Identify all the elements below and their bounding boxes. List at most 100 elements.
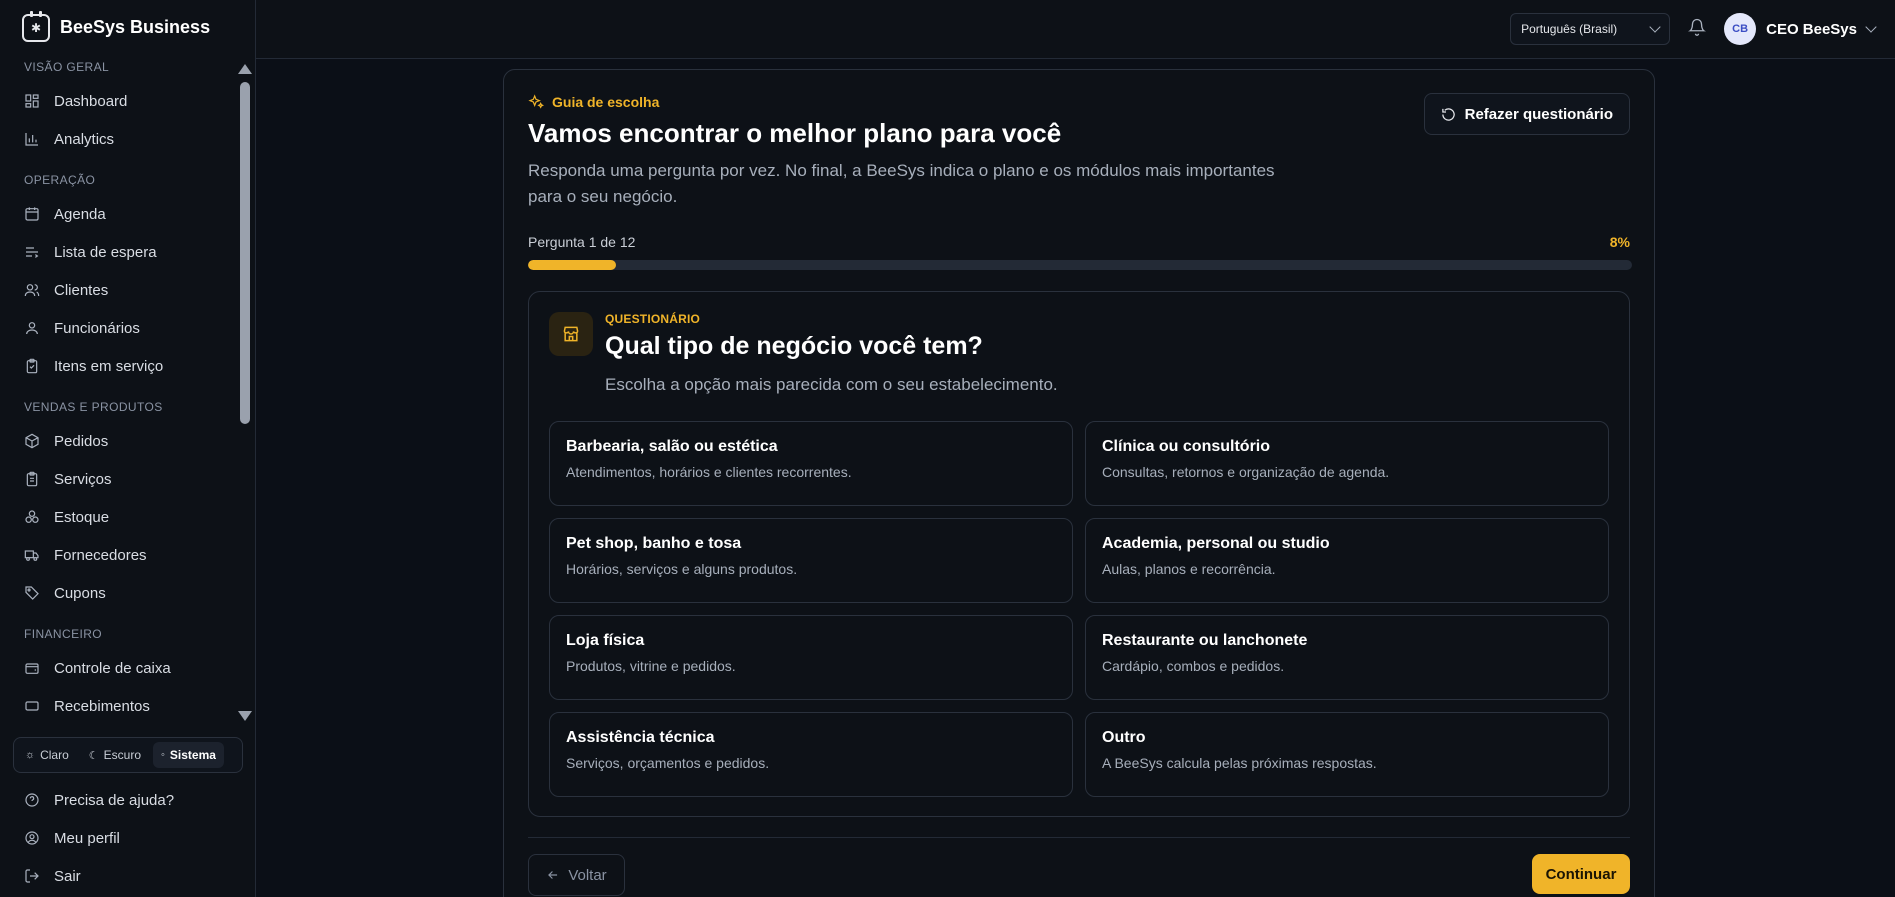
sidebar-item-lista-de-espera[interactable]: Lista de espera [0, 233, 236, 271]
option-title: Barbearia, salão ou estética [566, 438, 778, 455]
redo-label: Refazer questionário [1464, 105, 1613, 123]
sidebar-item-recebimentos[interactable]: Recebimentos [0, 687, 236, 725]
back-button[interactable]: Voltar [528, 854, 625, 896]
sidebar-item-label: Meu perfil [54, 829, 120, 847]
option-title: Outro [1102, 729, 1146, 746]
option-title: Pet shop, banho e tosa [566, 535, 742, 552]
answer-options: Barbearia, salão ou estética Atendimentos… [549, 421, 1609, 797]
calendar-icon [25, 207, 39, 221]
redo-questionnaire-button[interactable]: Refazer questionário [1423, 93, 1630, 135]
theme-option-sistema[interactable]: ◦ Sistema [153, 742, 224, 768]
theme-option-escuro[interactable]: ☾ Escuro [81, 742, 149, 768]
language-select[interactable]: Português (Brasil) [1510, 13, 1671, 45]
question-title: Qual tipo de negócio você tem? [605, 332, 983, 360]
option-description: Cardápio, combos e pedidos. [1102, 658, 1285, 674]
user-icon [26, 322, 38, 335]
option-description: Aulas, planos e recorrência. [1102, 561, 1276, 577]
truck-icon [24, 550, 39, 561]
brand[interactable]: ✱ BeeSys Business [0, 0, 255, 55]
sidebar-item-cupons[interactable]: Cupons [0, 574, 236, 612]
boxes-icon [25, 510, 39, 523]
option-academia[interactable]: Academia, personal ou studio Aulas, plano… [1085, 518, 1609, 603]
system-icon: ◦ [161, 749, 165, 761]
sidebar-item-label: Recebimentos [54, 697, 150, 715]
sidebar-item-analytics[interactable]: Analytics [0, 120, 236, 158]
sidebar-item-sair[interactable]: Sair [0, 857, 256, 895]
option-title: Assistência técnica [566, 729, 715, 746]
moon-icon: ☾ [88, 749, 99, 762]
sidebar: ✱ BeeSys Business VISÃO GERAL Dashboard … [0, 0, 256, 897]
question-description: Escolha a opção mais parecida com o seu … [605, 375, 1058, 394]
scroll-thumb[interactable] [240, 82, 250, 424]
rotate-ccw-icon [1441, 107, 1455, 121]
option-restaurante[interactable]: Restaurante ou lanchonete Cardápio, combo… [1085, 615, 1609, 700]
option-assistencia-tecnica[interactable]: Assistência técnica Serviços, orçamentos … [549, 712, 1073, 797]
option-description: A BeeSys calcula pelas próximas resposta… [1102, 755, 1377, 771]
wallet-icon [25, 663, 39, 674]
avatar: CB [1724, 13, 1757, 45]
main-area: Português (Brasil) CB CEO BeeSys Guia de… [256, 0, 1895, 897]
continue-button[interactable]: Continuar [1532, 854, 1630, 894]
page-subtitle: Responda uma pergunta por vez. No final,… [528, 161, 1275, 206]
sidebar-item-dashboard[interactable]: Dashboard [0, 82, 236, 120]
sidebar-item-estoque[interactable]: Estoque [0, 498, 236, 536]
tag-icon [25, 586, 39, 600]
theme-option-claro[interactable]: ☼ Claro [17, 742, 77, 768]
bell-icon [1688, 18, 1707, 36]
sidebar-item-label: Serviços [54, 470, 112, 488]
package-icon [25, 433, 39, 449]
sidebar-item-fornecedores[interactable]: Fornecedores [0, 536, 236, 574]
option-barbearia[interactable]: Barbearia, salão ou estética Atendimentos… [549, 421, 1073, 506]
sidebar-item-meu-perfil[interactable]: Meu perfil [0, 819, 256, 857]
sidebar-scrollbar[interactable] [237, 60, 253, 725]
sidebar-item-label: Funcionários [54, 319, 140, 337]
progress-fill [528, 260, 617, 270]
user-menu[interactable]: CB CEO BeeSys [1724, 13, 1877, 45]
sidebar-item-label: Clientes [54, 281, 109, 299]
clipboard-list-icon [26, 471, 38, 487]
progress-percent: 8% [1609, 234, 1630, 250]
sidebar-item-help[interactable]: Precisa de ajuda? [0, 781, 256, 819]
plan-guide-card: Guia de escolha Vamos encontrar o melhor… [503, 69, 1655, 897]
sidebar-item-label: Agenda [54, 205, 106, 223]
nav-section-label: VISÃO GERAL [24, 60, 110, 74]
sidebar-item-servicos[interactable]: Serviços [0, 460, 236, 498]
arrow-left-icon [548, 871, 558, 879]
sidebar-item-label: Pedidos [54, 432, 109, 450]
sidebar-item-label: Itens em serviço [54, 357, 164, 375]
progress-header: Pergunta 1 de 12 8% [528, 234, 1630, 250]
content: Guia de escolha Vamos encontrar o melhor… [256, 59, 1895, 897]
option-outro[interactable]: Outro A BeeSys calcula pelas próximas res… [1085, 712, 1609, 797]
sidebar-item-pedidos[interactable]: Pedidos [0, 422, 236, 460]
nav-section-label: FINANCEIRO [24, 627, 103, 641]
scroll-down-arrow-icon[interactable] [238, 711, 252, 721]
option-title: Academia, personal ou studio [1102, 535, 1330, 552]
sidebar-item-controle-de-caixa[interactable]: Controle de caixa [0, 649, 236, 687]
option-title: Loja física [566, 632, 645, 649]
notifications-button[interactable] [1688, 18, 1707, 41]
sidebar-item-label: Lista de espera [54, 243, 157, 261]
receipt-icon [25, 701, 39, 711]
chevron-down-icon [1649, 21, 1661, 33]
theme-option-label: Sistema [169, 748, 216, 762]
option-loja-fisica[interactable]: Loja física Produtos, vitrine e pedidos. [549, 615, 1073, 700]
sidebar-item-clientes[interactable]: Clientes [0, 271, 236, 309]
back-label: Voltar [568, 866, 607, 884]
option-clinica[interactable]: Clínica ou consultório Consultas, retorno… [1085, 421, 1609, 506]
brand-name: BeeSys Business [60, 17, 211, 37]
logout-icon [25, 869, 39, 883]
nav-section-label: VENDAS E PRODUTOS [24, 400, 163, 414]
store-icon [549, 312, 593, 356]
sidebar-item-itens-em-servico[interactable]: Itens em serviço [0, 347, 236, 385]
option-title: Clínica ou consultório [1102, 438, 1271, 455]
theme-option-label: Escuro [103, 748, 142, 762]
sidebar-item-agenda[interactable]: Agenda [0, 195, 236, 233]
list-icon [26, 247, 39, 258]
sparkles-icon [528, 94, 544, 109]
sidebar-item-label: Controle de caixa [54, 659, 171, 677]
question-panel: QUESTIONÁRIO Qual tipo de negócio você t… [528, 291, 1630, 817]
user-name: CEO BeeSys [1766, 20, 1857, 38]
scroll-up-arrow-icon[interactable] [238, 64, 252, 74]
sidebar-item-funcionarios[interactable]: Funcionários [0, 309, 236, 347]
option-pet-shop[interactable]: Pet shop, banho e tosa Horários, serviços… [549, 518, 1073, 603]
